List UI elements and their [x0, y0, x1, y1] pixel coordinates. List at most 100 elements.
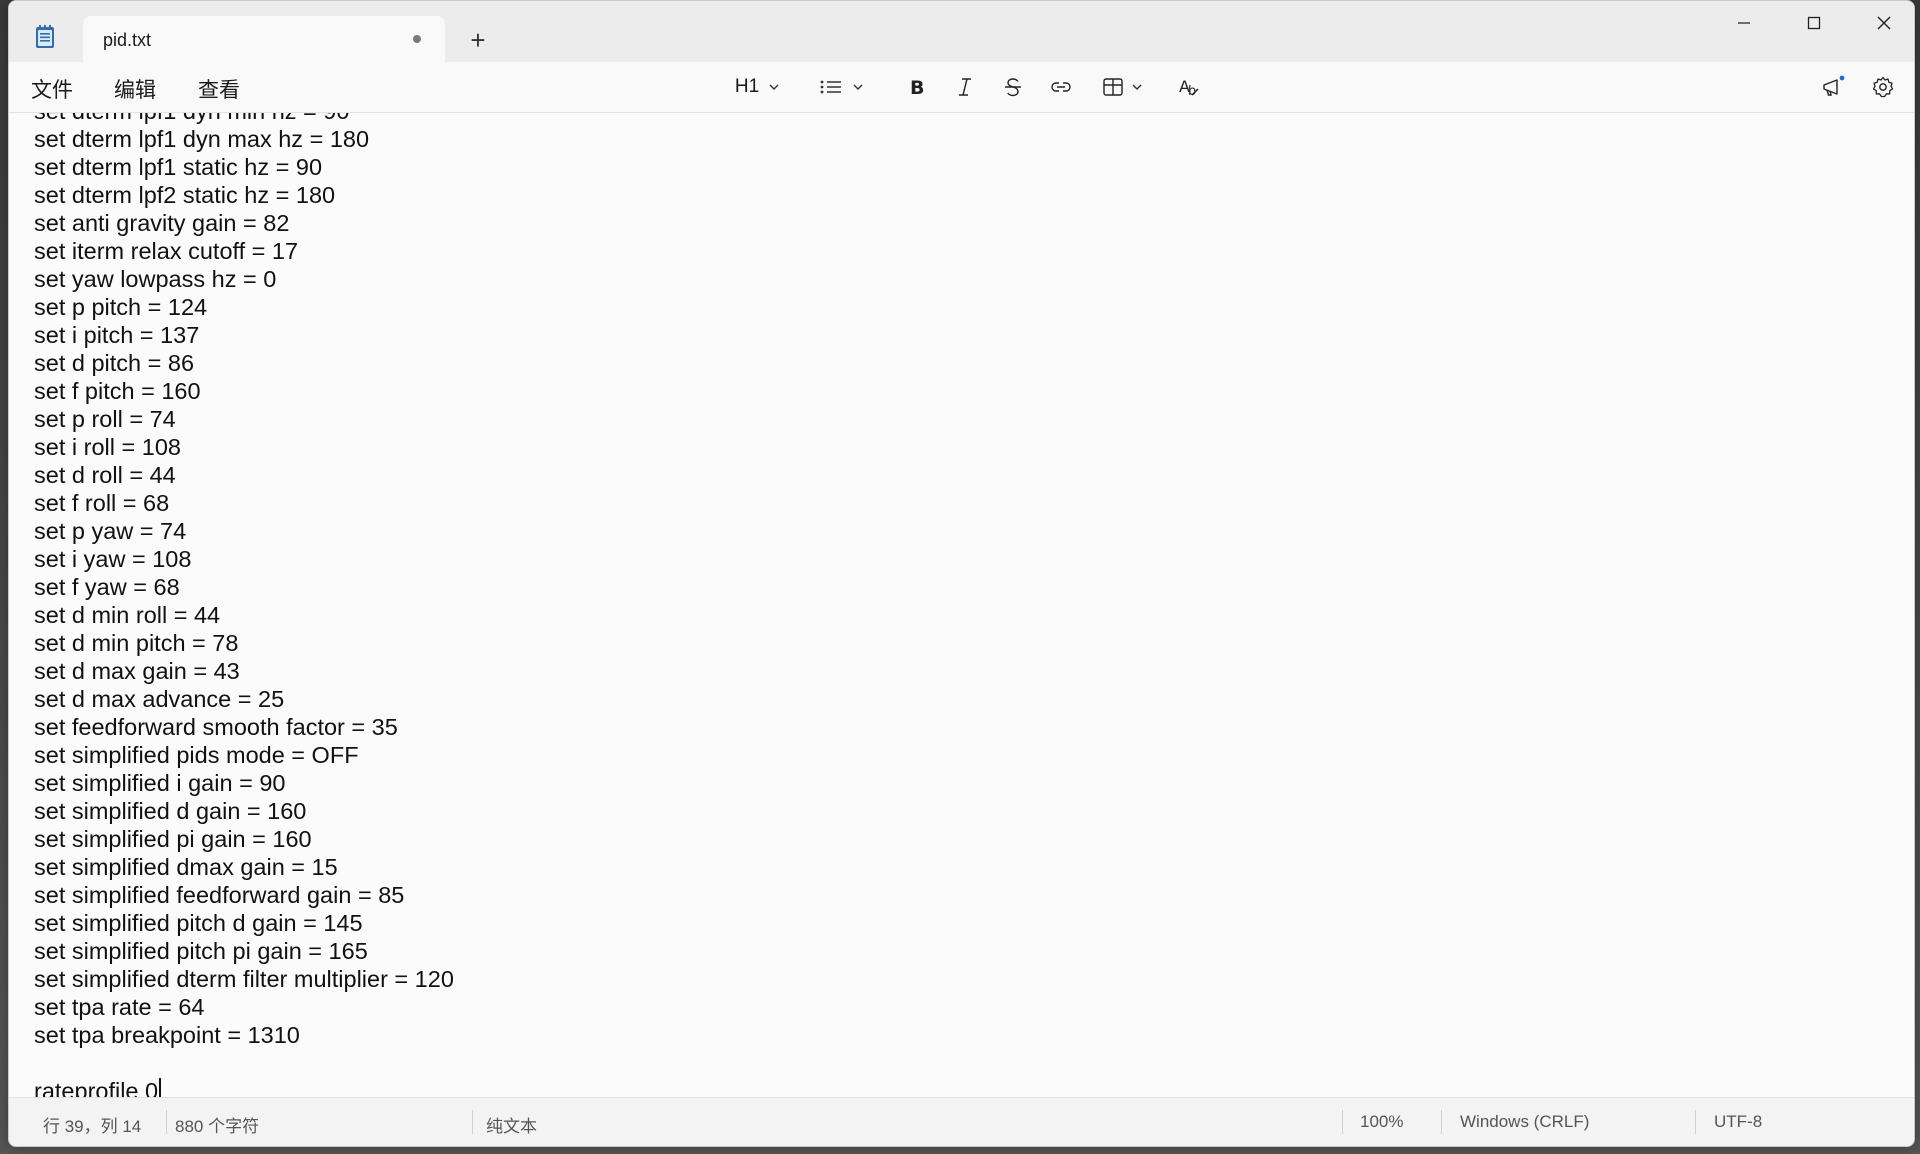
editor-line-text: set simplified pitch d gain = 145 — [34, 910, 363, 936]
editor-line[interactable]: set simplified feedforward gain = 85 — [34, 881, 454, 909]
editor-line[interactable]: set i roll = 108 — [34, 433, 454, 461]
editor-line[interactable]: set d min pitch = 78 — [34, 629, 454, 657]
chevron-down-icon — [769, 84, 779, 90]
plus-icon: + — [470, 25, 486, 55]
editor-line[interactable]: set d roll = 44 — [34, 461, 454, 489]
editor-line-text: set dterm lpf1 dyn min hz = 90 — [34, 113, 349, 124]
tab-title: pid.txt — [103, 30, 152, 50]
editor-line[interactable]: set f roll = 68 — [34, 489, 454, 517]
bold-button[interactable]: B — [901, 71, 933, 103]
editor-line[interactable]: set i yaw = 108 — [34, 545, 454, 573]
cursor-position[interactable]: 行 39，列 14 — [43, 1112, 141, 1137]
editor-line[interactable]: set simplified dterm filter multiplier =… — [34, 965, 454, 993]
unsaved-indicator-icon[interactable] — [413, 35, 421, 43]
editor-line[interactable]: set anti gravity gain = 82 — [34, 209, 454, 237]
settings-button[interactable] — [1865, 71, 1901, 103]
character-count: 880 个字符 — [175, 1117, 260, 1136]
menu-toolbar: 文件 编辑 查看 H1 B A b — [9, 62, 1914, 113]
editor-content[interactable]: set dterm lpf1 dyn min hz = 90 set dterm … — [34, 113, 454, 1097]
maximize-icon — [1807, 16, 1821, 30]
menu-edit[interactable]: 编辑 — [114, 74, 156, 104]
editor-line[interactable]: set p yaw = 74 — [34, 517, 454, 545]
notepad-app-icon — [35, 25, 55, 49]
editor-line[interactable]: set simplified pids mode = OFF — [34, 741, 454, 769]
editor-line-text: set d roll = 44 — [34, 462, 176, 488]
editor-line-text: set simplified dmax gain = 15 — [34, 854, 338, 880]
editor-line-text: set simplified d gain = 160 — [34, 798, 307, 824]
editor-line-text: set f yaw = 68 — [34, 574, 180, 600]
editor-line[interactable]: set simplified pitch d gain = 145 — [34, 909, 454, 937]
editor-line[interactable]: set iterm relax cutoff = 17 — [34, 237, 454, 265]
editor-line[interactable]: rateprofile 0 — [34, 1077, 454, 1097]
editor-line-text: set dterm lpf1 static hz = 90 — [34, 154, 323, 180]
italic-button[interactable] — [949, 71, 981, 103]
editor-line[interactable]: set simplified pi gain = 160 — [34, 825, 454, 853]
editor-line[interactable]: set p pitch = 124 — [34, 293, 454, 321]
strikethrough-button[interactable] — [997, 71, 1029, 103]
editor-line-text: set iterm relax cutoff = 17 — [34, 238, 299, 264]
tab-pid-txt[interactable]: pid.txt — [83, 16, 445, 62]
svg-text:B: B — [910, 77, 924, 98]
close-icon — [1877, 16, 1891, 30]
editor-line[interactable]: set yaw lowpass hz = 0 — [34, 265, 454, 293]
editor-line[interactable]: set simplified d gain = 160 — [34, 797, 454, 825]
zoom-level[interactable]: 100% — [1360, 1112, 1403, 1132]
editor-line[interactable]: set simplified i gain = 90 — [34, 769, 454, 797]
editor-line[interactable]: set d max advance = 25 — [34, 685, 454, 713]
editor-line[interactable]: set dterm lpf1 dyn min hz = 90 — [34, 113, 454, 125]
editor-line[interactable]: set i pitch = 137 — [34, 321, 454, 349]
editor-line-text: set simplified dterm filter multiplier =… — [34, 966, 454, 992]
editor-line[interactable]: set tpa rate = 64 — [34, 993, 454, 1021]
editor-line[interactable]: set f pitch = 160 — [34, 377, 454, 405]
line-ending[interactable]: Windows (CRLF) — [1460, 1112, 1589, 1132]
table-dropdown[interactable] — [1097, 71, 1149, 103]
editor-line-text: set f pitch = 160 — [34, 378, 201, 404]
editor-line[interactable]: set p roll = 74 — [34, 405, 454, 433]
editor-line[interactable]: set simplified pitch pi gain = 165 — [34, 937, 454, 965]
minimize-button[interactable] — [1709, 1, 1779, 45]
editor-line-text: set tpa rate = 64 — [34, 994, 205, 1020]
status-divider — [1342, 1110, 1343, 1134]
editor-line-text: set f roll = 68 — [34, 490, 170, 516]
status-divider — [1695, 1110, 1696, 1134]
list-dropdown[interactable] — [813, 71, 871, 103]
editor-line-text: set d min pitch = 78 — [34, 630, 239, 656]
editor-line[interactable]: set f yaw = 68 — [34, 573, 454, 601]
text-editor[interactable]: set dterm lpf1 dyn min hz = 90 set dterm … — [9, 113, 1914, 1097]
editor-line[interactable]: set d min roll = 44 — [34, 601, 454, 629]
title-bar[interactable]: pid.txt + — [9, 1, 1914, 62]
status-divider — [1441, 1110, 1442, 1134]
editor-line[interactable]: set feedforward smooth factor = 35 — [34, 713, 454, 741]
editor-line[interactable]: set simplified dmax gain = 15 — [34, 853, 454, 881]
editor-line-text: set dterm lpf2 static hz = 180 — [34, 182, 336, 208]
text-format[interactable]: 纯文本 — [486, 1112, 537, 1137]
link-button[interactable] — [1045, 71, 1077, 103]
heading-dropdown[interactable]: H1 — [729, 71, 787, 103]
chevron-down-icon — [853, 84, 863, 90]
editor-line-text: rateprofile 0 — [34, 1078, 159, 1097]
notepad-window: pid.txt + 文件 编辑 查看 H1 B A b set dterm lp… — [8, 0, 1915, 1147]
editor-line[interactable]: set tpa breakpoint = 1310 — [34, 1021, 454, 1049]
editor-line[interactable]: set d max gain = 43 — [34, 657, 454, 685]
editor-line[interactable] — [34, 1049, 454, 1077]
editor-line-text: set p roll = 74 — [34, 406, 176, 432]
editor-line-text: set tpa breakpoint = 1310 — [34, 1022, 300, 1048]
editor-line-text: set simplified i gain = 90 — [34, 770, 286, 796]
encoding[interactable]: UTF-8 — [1714, 1112, 1762, 1132]
editor-line[interactable]: set dterm lpf2 static hz = 180 — [34, 181, 454, 209]
new-tab-button[interactable]: + — [461, 23, 495, 57]
status-divider — [166, 1110, 167, 1134]
close-button[interactable] — [1849, 1, 1914, 45]
editor-line-text: set d max gain = 43 — [34, 658, 240, 684]
feedback-button[interactable] — [1815, 71, 1851, 103]
minimize-icon — [1738, 22, 1750, 24]
maximize-button[interactable] — [1779, 1, 1849, 45]
clear-formatting-button[interactable]: A b — [1173, 71, 1207, 103]
editor-line[interactable]: set dterm lpf1 dyn max hz = 180 — [34, 125, 454, 153]
editor-line[interactable]: set dterm lpf1 static hz = 90 — [34, 153, 454, 181]
list-icon — [820, 80, 841, 94]
editor-line-text: set simplified feedforward gain = 85 — [34, 882, 405, 908]
menu-file[interactable]: 文件 — [31, 74, 73, 104]
editor-line[interactable]: set d pitch = 86 — [34, 349, 454, 377]
menu-view[interactable]: 查看 — [198, 74, 240, 104]
